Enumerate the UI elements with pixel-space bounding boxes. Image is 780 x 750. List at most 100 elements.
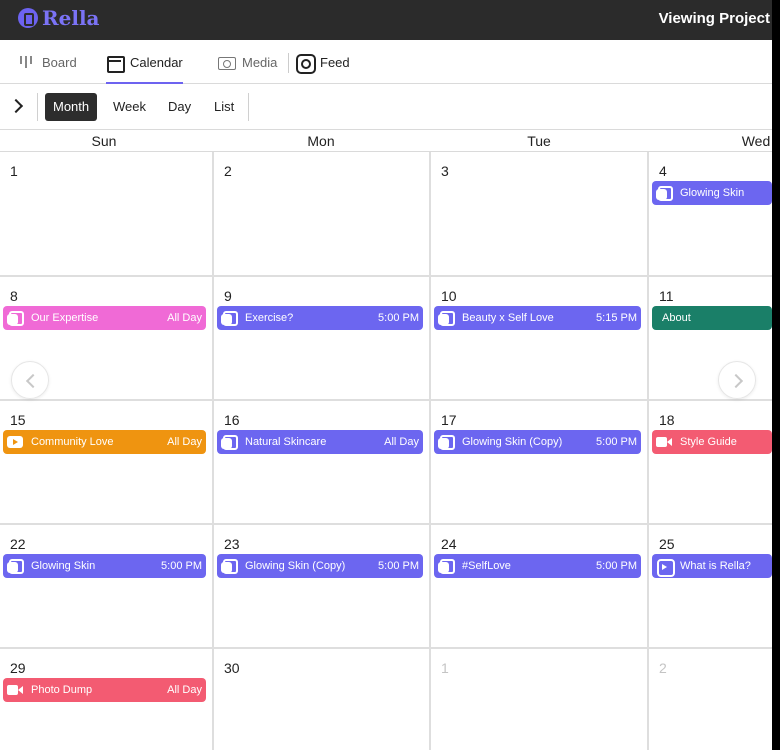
date-number: 22 bbox=[10, 536, 26, 552]
event-title: Exercise? bbox=[245, 312, 294, 324]
carousel-icon bbox=[438, 310, 455, 326]
board-icon bbox=[18, 54, 34, 70]
date-number: 2 bbox=[224, 163, 232, 179]
date-number: 9 bbox=[224, 288, 232, 304]
calendar-event[interactable]: Exercise? 5:00 PM bbox=[217, 306, 423, 330]
event-time: 5:00 PM bbox=[161, 560, 202, 572]
tab-board[interactable]: Board bbox=[18, 40, 77, 84]
day-cell[interactable]: 2 bbox=[214, 152, 429, 274]
date-number: 30 bbox=[224, 660, 240, 676]
date-number: 17 bbox=[441, 412, 457, 428]
weekday-tue: Tue bbox=[527, 133, 551, 149]
day-cell[interactable]: 29 Photo Dump All Day bbox=[0, 649, 212, 750]
carousel-icon bbox=[221, 310, 238, 326]
day-cell[interactable]: 10 Beauty x Self Love 5:15 PM bbox=[431, 277, 647, 399]
day-cell[interactable]: 1 bbox=[0, 152, 212, 274]
day-cell[interactable]: 18 Style Guide bbox=[649, 401, 772, 523]
event-title: Glowing Skin bbox=[31, 560, 96, 572]
day-cell[interactable]: 25 What is Rella? bbox=[649, 525, 772, 647]
event-title: About bbox=[662, 312, 691, 324]
view-day-button[interactable]: Day bbox=[160, 93, 199, 121]
day-cell[interactable]: 15 Community Love All Day bbox=[0, 401, 212, 523]
rella-logo-icon bbox=[18, 8, 38, 28]
day-cell[interactable]: 4 Glowing Skin bbox=[649, 152, 772, 274]
date-number: 16 bbox=[224, 412, 240, 428]
date-number: 8 bbox=[10, 288, 18, 304]
month-grid: 1 2 3 4 Glowing Skin 8 Our Expertise All Day 9 Ex… bbox=[0, 152, 772, 750]
day-cell[interactable]: 16 Natural Skincare All Day bbox=[214, 401, 429, 523]
event-time: All Day bbox=[167, 312, 202, 324]
day-cell[interactable]: 3 bbox=[431, 152, 647, 274]
day-cell[interactable]: 30 bbox=[214, 649, 429, 750]
date-number: 23 bbox=[224, 536, 240, 552]
calendar-event[interactable]: Glowing Skin bbox=[652, 181, 772, 205]
reel-icon bbox=[656, 558, 675, 577]
event-title: Community Love bbox=[31, 436, 114, 448]
youtube-icon bbox=[7, 434, 23, 450]
event-title: #SelfLove bbox=[462, 560, 511, 572]
view-list-button[interactable]: List bbox=[206, 93, 242, 121]
next-arrow-button[interactable] bbox=[718, 361, 756, 399]
date-number: 24 bbox=[441, 536, 457, 552]
calendar-toolbar: Month Week Day List bbox=[0, 84, 772, 130]
event-time: All Day bbox=[167, 684, 202, 696]
date-number: 3 bbox=[441, 163, 449, 179]
event-time: 5:00 PM bbox=[378, 560, 419, 572]
day-cell[interactable]: 22 Glowing Skin 5:00 PM bbox=[0, 525, 212, 647]
weekday-header: Sun Mon Tue Wed bbox=[0, 130, 772, 152]
view-tabs: Board Calendar Media Feed bbox=[0, 40, 772, 84]
event-time: All Day bbox=[384, 436, 419, 448]
calendar-event[interactable]: What is Rella? bbox=[652, 554, 772, 578]
event-title: Glowing Skin (Copy) bbox=[245, 560, 346, 572]
tab-feed[interactable]: Feed bbox=[296, 40, 350, 84]
camera-icon bbox=[218, 54, 236, 70]
calendar-event[interactable]: Glowing Skin (Copy) 5:00 PM bbox=[217, 554, 423, 578]
calendar-event[interactable]: #SelfLove 5:00 PM bbox=[434, 554, 641, 578]
rella-logo[interactable]: Rella bbox=[18, 6, 100, 30]
next-month-button[interactable] bbox=[8, 96, 26, 116]
carousel-icon bbox=[221, 434, 238, 450]
video-icon bbox=[656, 434, 672, 450]
day-cell[interactable]: 2 bbox=[649, 649, 772, 750]
date-number: 4 bbox=[659, 163, 667, 179]
tab-media[interactable]: Media bbox=[218, 40, 277, 84]
tab-calendar[interactable]: Calendar bbox=[106, 40, 183, 84]
date-number: 2 bbox=[659, 660, 667, 676]
viewing-project-label[interactable]: Viewing Project bbox=[659, 10, 770, 27]
event-time: 5:15 PM bbox=[596, 312, 637, 324]
weekday-mon: Mon bbox=[307, 133, 335, 149]
event-title: Glowing Skin bbox=[680, 187, 745, 199]
calendar-event[interactable]: Glowing Skin 5:00 PM bbox=[3, 554, 206, 578]
date-number: 25 bbox=[659, 536, 675, 552]
tab-feed-label: Feed bbox=[320, 54, 350, 70]
calendar-event[interactable]: Style Guide bbox=[652, 430, 772, 454]
carousel-icon bbox=[7, 310, 24, 326]
day-cell[interactable]: 24 #SelfLove 5:00 PM bbox=[431, 525, 647, 647]
date-number: 15 bbox=[10, 412, 26, 428]
day-cell[interactable]: 17 Glowing Skin (Copy) 5:00 PM bbox=[431, 401, 647, 523]
calendar-event[interactable]: Beauty x Self Love 5:15 PM bbox=[434, 306, 641, 330]
tab-calendar-label: Calendar bbox=[130, 54, 183, 70]
calendar-event[interactable]: About bbox=[652, 306, 772, 330]
prev-arrow-button[interactable] bbox=[11, 361, 49, 399]
view-month-button[interactable]: Month bbox=[45, 93, 98, 121]
view-week-button[interactable]: Week bbox=[105, 93, 154, 121]
event-time: 5:00 PM bbox=[596, 560, 637, 572]
calendar-event[interactable]: Our Expertise All Day bbox=[3, 306, 206, 330]
date-number: 18 bbox=[659, 412, 675, 428]
event-title: Style Guide bbox=[680, 436, 737, 448]
day-cell[interactable]: 23 Glowing Skin (Copy) 5:00 PM bbox=[214, 525, 429, 647]
day-cell[interactable]: 1 bbox=[431, 649, 647, 750]
calendar-event[interactable]: Community Love All Day bbox=[3, 430, 206, 454]
calendar-event[interactable]: Natural Skincare All Day bbox=[217, 430, 423, 454]
calendar-event[interactable]: Glowing Skin (Copy) 5:00 PM bbox=[434, 430, 641, 454]
day-cell[interactable]: 9 Exercise? 5:00 PM bbox=[214, 277, 429, 399]
event-title: Natural Skincare bbox=[245, 436, 327, 448]
top-bar: Rella Viewing Project bbox=[0, 0, 772, 40]
event-time: 5:00 PM bbox=[596, 436, 637, 448]
toolbar-divider bbox=[37, 93, 38, 121]
tab-board-label: Board bbox=[42, 54, 77, 70]
carousel-icon bbox=[656, 185, 673, 201]
date-number: 11 bbox=[659, 288, 674, 304]
calendar-event[interactable]: Photo Dump All Day bbox=[3, 678, 206, 702]
